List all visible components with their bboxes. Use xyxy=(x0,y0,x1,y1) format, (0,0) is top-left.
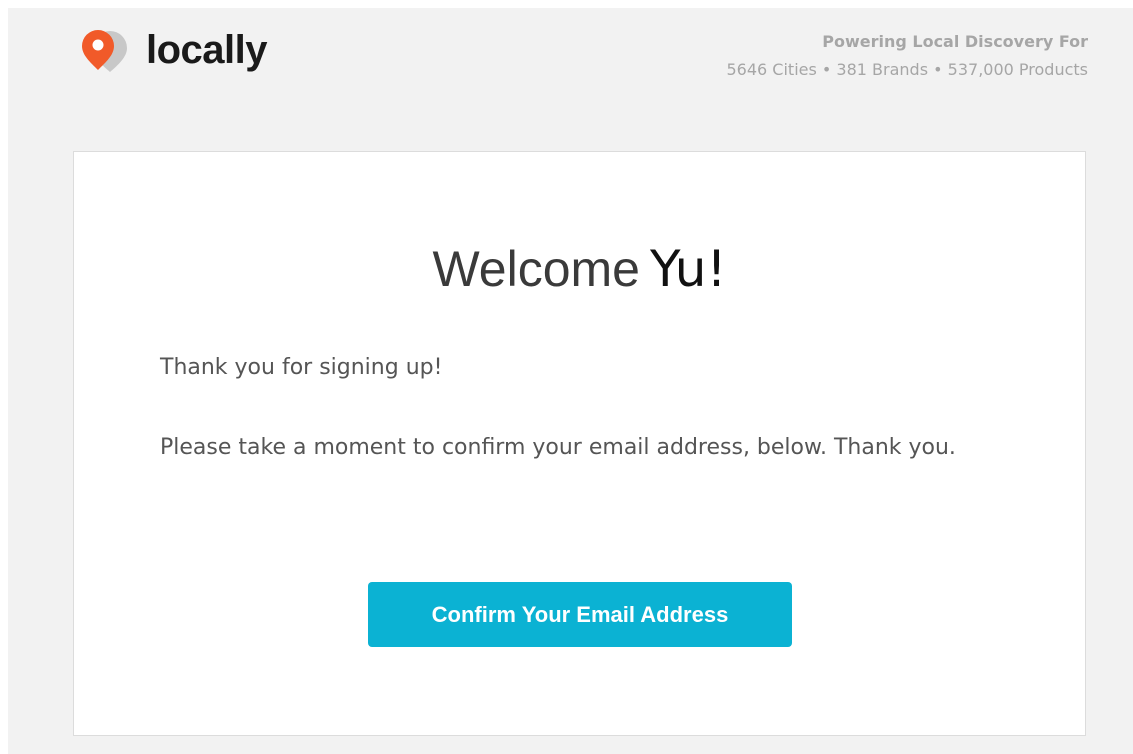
welcome-card: Welcome Yu! Thank you for signing up! Ple… xyxy=(73,151,1086,736)
locally-pin-logo-icon xyxy=(82,30,127,72)
welcome-name: Yu! xyxy=(649,240,727,298)
welcome-heading: Welcome Yu! xyxy=(74,234,1085,304)
email-page: locally Powering Local Discovery For 564… xyxy=(8,8,1133,754)
tagline-title: Powering Local Discovery For xyxy=(822,32,1088,51)
tagline: Powering Local Discovery For 5646 Cities… xyxy=(727,28,1089,84)
header: locally Powering Local Discovery For 564… xyxy=(8,8,1133,118)
thank-you-text: Thank you for signing up! xyxy=(160,355,443,380)
welcome-prefix: Welcome xyxy=(432,241,640,297)
tagline-stats: 5646 Cities • 381 Brands • 537,000 Produ… xyxy=(726,60,1089,79)
logo[interactable]: locally xyxy=(80,28,268,72)
confirm-email-button[interactable]: Confirm Your Email Address xyxy=(368,582,792,647)
logo-text: locally xyxy=(146,28,268,72)
confirm-instructions-text: Please take a moment to confirm your ema… xyxy=(160,435,956,460)
